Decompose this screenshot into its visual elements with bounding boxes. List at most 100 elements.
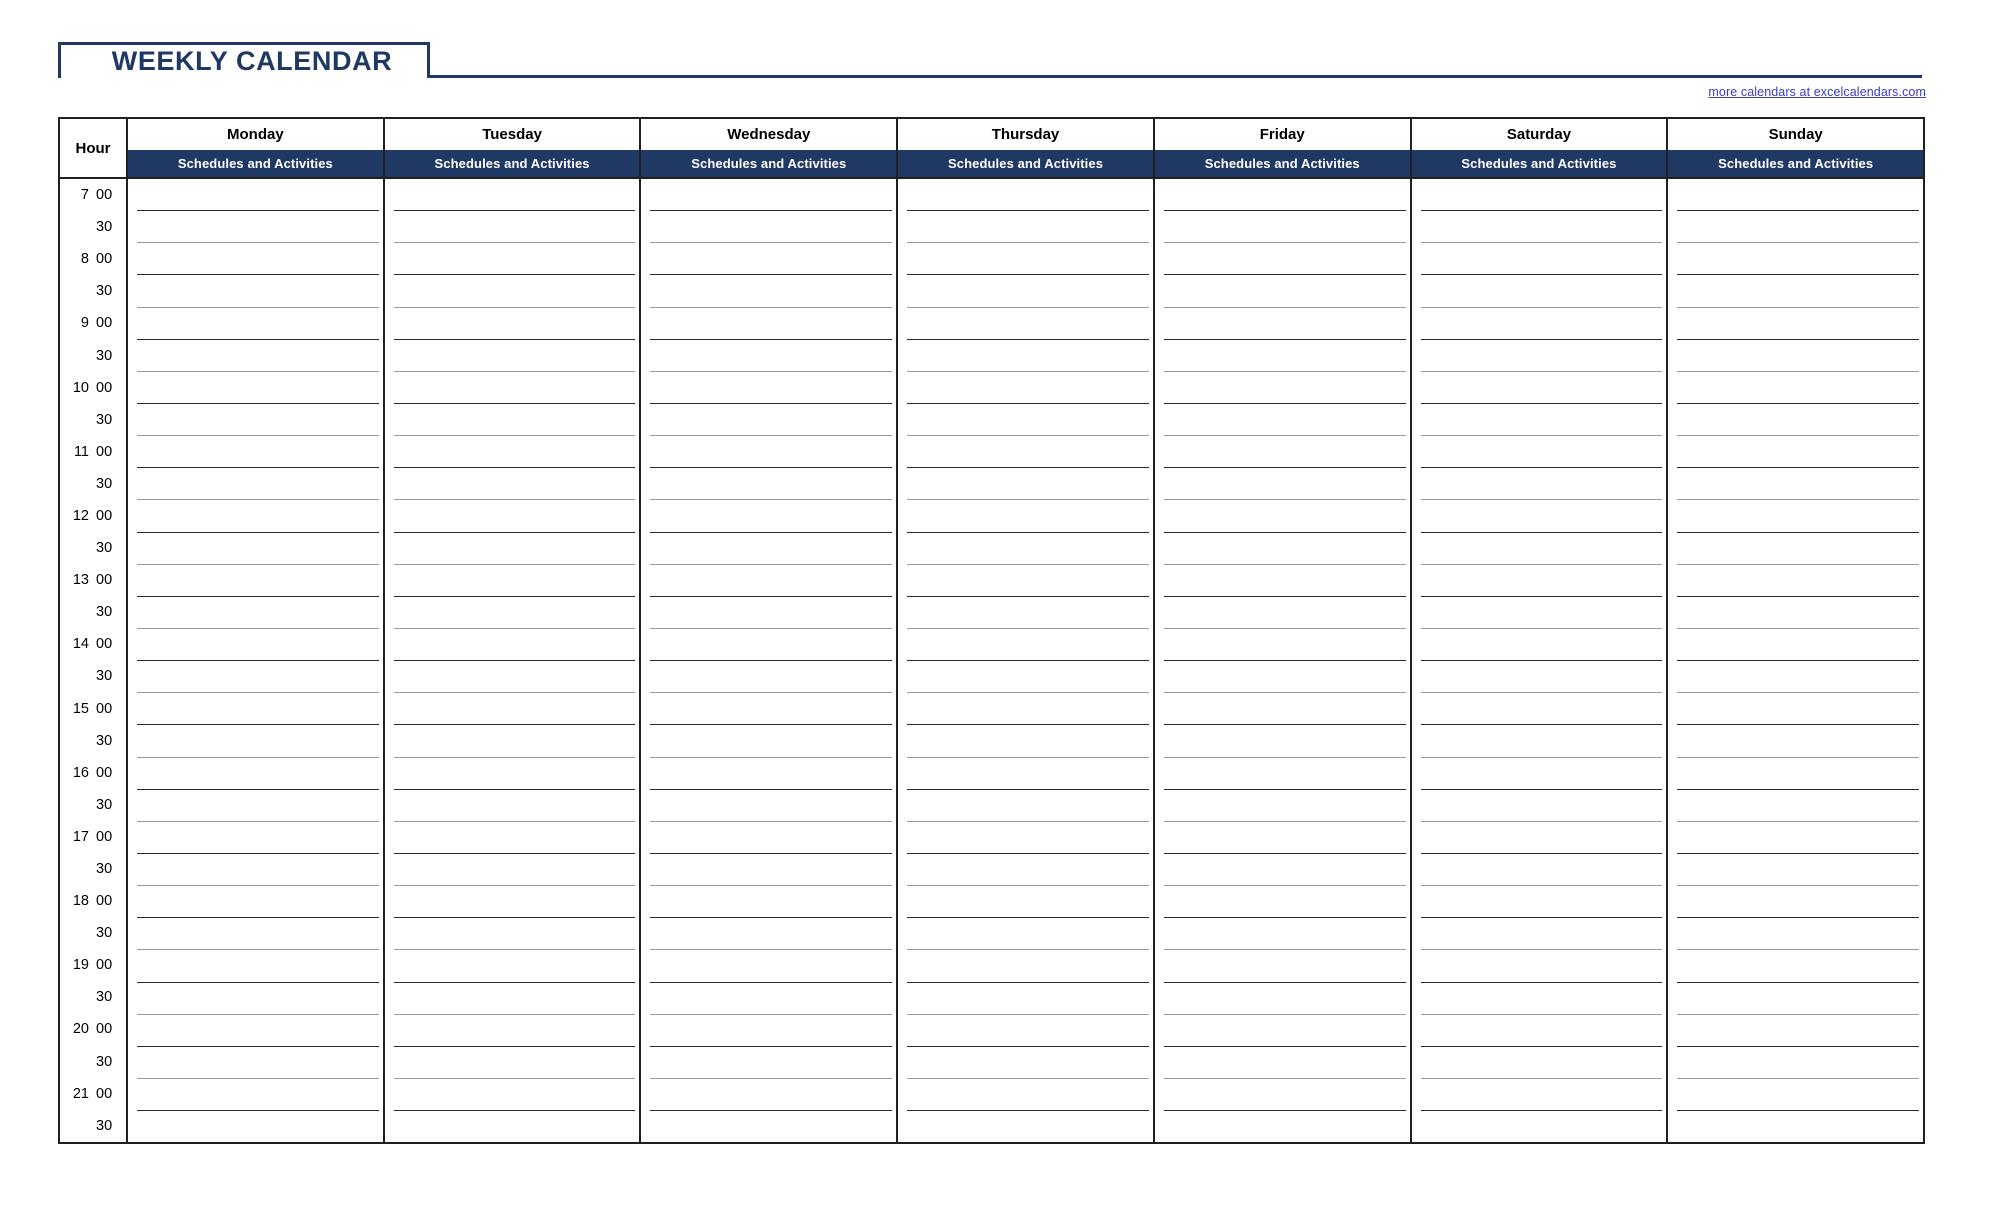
schedule-entry-slot[interactable] (137, 1015, 379, 1047)
schedule-entry-slot[interactable] (650, 854, 893, 887)
schedule-entry-slot[interactable] (907, 468, 1149, 501)
schedule-entry-slot[interactable] (1677, 500, 1920, 533)
schedule-entry-slot[interactable] (1677, 822, 1920, 854)
schedule-entry-slot[interactable] (650, 468, 893, 501)
schedule-entry-slot[interactable] (1163, 436, 1406, 469)
schedule-entry-slot[interactable] (1163, 211, 1406, 244)
schedule-entry-slot[interactable] (907, 790, 1149, 822)
schedule-entry-slot[interactable] (1163, 983, 1406, 1015)
schedule-entry-slot[interactable] (907, 661, 1149, 694)
schedule-entry-slot[interactable] (907, 918, 1149, 951)
schedule-entry-slot[interactable] (650, 1015, 893, 1047)
schedule-entry-slot[interactable] (137, 854, 379, 887)
schedule-entry-slot[interactable] (907, 565, 1149, 597)
schedule-entry-slot[interactable] (1163, 1079, 1406, 1112)
schedule-entry-slot[interactable] (393, 950, 636, 983)
schedule-entry-slot[interactable] (1677, 661, 1920, 694)
schedule-entry-slot[interactable] (137, 404, 379, 437)
schedule-entry-slot[interactable] (393, 500, 636, 533)
schedule-entry-slot[interactable] (1163, 372, 1406, 404)
schedule-entry-slot[interactable] (650, 211, 893, 244)
schedule-entry-slot[interactable] (137, 179, 379, 212)
schedule-entry-slot[interactable] (137, 950, 379, 983)
schedule-entry-slot[interactable] (1420, 629, 1663, 662)
schedule-entry-slot[interactable] (137, 661, 379, 694)
schedule-entry-slot[interactable] (137, 693, 379, 726)
schedule-entry-slot[interactable] (1420, 1047, 1663, 1079)
schedule-entry-slot[interactable] (394, 1111, 636, 1142)
schedule-entry-slot[interactable] (1163, 275, 1406, 308)
schedule-entry-slot[interactable] (907, 275, 1149, 308)
schedule-entry-slot[interactable] (393, 179, 636, 212)
schedule-entry-slot[interactable] (1163, 918, 1406, 951)
schedule-entry-slot[interactable] (1677, 725, 1920, 758)
schedule-entry-slot[interactable] (650, 565, 893, 597)
schedule-entry-slot[interactable] (1163, 308, 1406, 340)
schedule-entry-slot[interactable] (137, 243, 379, 276)
schedule-entry-slot[interactable] (393, 340, 636, 372)
schedule-entry-slot[interactable] (1420, 725, 1663, 758)
schedule-entry-slot[interactable] (1677, 886, 1920, 919)
schedule-entry-slot[interactable] (393, 725, 636, 758)
schedule-entry-slot[interactable] (393, 597, 636, 629)
schedule-entry-slot[interactable] (137, 790, 379, 822)
schedule-entry-slot[interactable] (1163, 790, 1406, 822)
schedule-entry-slot[interactable] (1677, 597, 1920, 629)
schedule-entry-slot[interactable] (650, 275, 893, 308)
schedule-entry-slot[interactable] (393, 1047, 636, 1079)
schedule-entry-slot[interactable] (137, 340, 379, 372)
schedule-entry-slot[interactable] (1420, 468, 1663, 501)
schedule-entry-slot[interactable] (1420, 950, 1663, 983)
schedule-entry-slot[interactable] (650, 179, 893, 212)
schedule-entry-slot[interactable] (1421, 1111, 1663, 1142)
schedule-entry-slot[interactable] (650, 758, 893, 790)
schedule-entry-slot[interactable] (1420, 886, 1663, 919)
schedule-entry-slot[interactable] (907, 886, 1149, 919)
schedule-entry-slot[interactable] (1420, 693, 1663, 726)
schedule-entry-slot[interactable] (1163, 243, 1406, 276)
schedule-entry-slot[interactable] (1420, 275, 1663, 308)
schedule-entry-slot[interactable] (907, 758, 1149, 790)
schedule-entry-slot[interactable] (1677, 950, 1920, 983)
schedule-entry-slot[interactable] (650, 790, 893, 822)
schedule-entry-slot[interactable] (650, 661, 893, 694)
schedule-entry-slot[interactable] (1677, 275, 1920, 308)
schedule-entry-slot[interactable] (1163, 1015, 1406, 1047)
schedule-entry-slot[interactable] (137, 983, 379, 1015)
schedule-entry-slot[interactable] (393, 758, 636, 790)
schedule-entry-slot[interactable] (1163, 404, 1406, 437)
schedule-entry-slot[interactable] (907, 533, 1149, 565)
schedule-entry-slot[interactable] (393, 308, 636, 340)
schedule-entry-slot[interactable] (1420, 661, 1663, 694)
schedule-entry-slot[interactable] (1163, 179, 1406, 212)
schedule-entry-slot[interactable] (137, 597, 379, 629)
schedule-entry-slot[interactable] (907, 500, 1149, 533)
source-link[interactable]: more calendars at excelcalendars.com (1708, 85, 1926, 99)
schedule-entry-slot[interactable] (393, 661, 636, 694)
schedule-entry-slot[interactable] (650, 404, 893, 437)
schedule-entry-slot[interactable] (1163, 565, 1406, 597)
schedule-entry-slot[interactable] (1163, 340, 1406, 372)
schedule-entry-slot[interactable] (1420, 243, 1663, 276)
schedule-entry-slot[interactable] (137, 436, 379, 469)
schedule-entry-slot[interactable] (137, 758, 379, 790)
schedule-entry-slot[interactable] (1677, 308, 1920, 340)
schedule-entry-slot[interactable] (393, 918, 636, 951)
schedule-entry-slot[interactable] (1420, 533, 1663, 565)
schedule-entry-slot[interactable] (137, 308, 379, 340)
schedule-entry-slot[interactable] (1420, 854, 1663, 887)
schedule-entry-slot[interactable] (393, 886, 636, 919)
schedule-entry-slot[interactable] (650, 1079, 893, 1112)
schedule-entry-slot[interactable] (137, 372, 379, 404)
schedule-entry-slot[interactable] (1420, 918, 1663, 951)
schedule-entry-slot[interactable] (1420, 308, 1663, 340)
schedule-entry-slot[interactable] (1677, 1111, 1919, 1142)
schedule-entry-slot[interactable] (650, 340, 893, 372)
schedule-entry-slot[interactable] (1163, 597, 1406, 629)
schedule-entry-slot[interactable] (907, 822, 1149, 854)
schedule-entry-slot[interactable] (907, 1079, 1149, 1112)
schedule-entry-slot[interactable] (1420, 404, 1663, 437)
schedule-entry-slot[interactable] (393, 1079, 636, 1112)
schedule-entry-slot[interactable] (1677, 918, 1920, 951)
schedule-entry-slot[interactable] (1677, 983, 1920, 1015)
